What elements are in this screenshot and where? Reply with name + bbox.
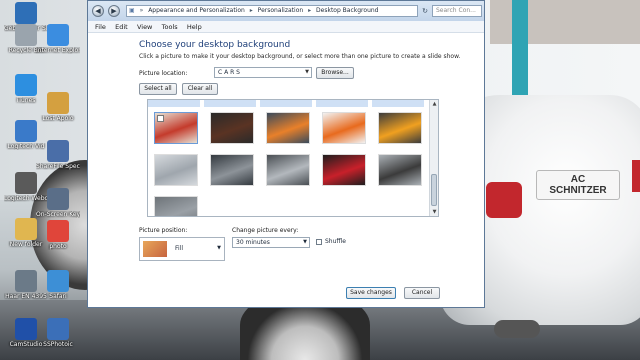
- thumbnail-row-partial: [204, 100, 256, 107]
- desktop-app-icon: [15, 74, 37, 96]
- picture-position-select[interactable]: Fill ▼: [139, 237, 225, 261]
- gallery-scrollbar[interactable]: ▲ ▼: [429, 100, 438, 216]
- desktop-app-icon: [47, 24, 69, 46]
- thumbnail-row-partial: [372, 100, 424, 107]
- desktop-app-icon: [47, 220, 69, 242]
- menu-edit[interactable]: Edit: [115, 21, 128, 33]
- wallpaper-thumbnail[interactable]: [322, 112, 366, 144]
- back-button[interactable]: ◀: [92, 5, 104, 17]
- desktop-icon-label: SSPhotoic: [43, 341, 73, 348]
- save-changes-button[interactable]: Save changes: [346, 287, 396, 299]
- scroll-up-icon[interactable]: ▲: [430, 100, 438, 108]
- menu-bar: File Edit View Tools Help: [88, 21, 484, 33]
- desktop-icon-label: Safari: [49, 293, 67, 300]
- desktop-app-icon: [15, 270, 37, 292]
- desktop-icon[interactable]: On-Screen Keyboard: [36, 188, 80, 218]
- breadcrumb-appearance[interactable]: Appearance and Personalization: [148, 7, 245, 14]
- content-pane: Choose your desktop background Click a p…: [88, 33, 484, 307]
- picture-position-label: Picture position:: [139, 227, 188, 234]
- menu-file[interactable]: File: [95, 21, 106, 33]
- desktop-app-icon: [47, 318, 69, 340]
- breadcrumb-personalization[interactable]: Personalization: [258, 7, 304, 14]
- thumbnail-checkbox[interactable]: [157, 115, 164, 122]
- desktop-app-icon: [47, 92, 69, 114]
- scroll-down-icon[interactable]: ▼: [430, 208, 438, 216]
- menu-tools[interactable]: Tools: [162, 21, 178, 33]
- thumbnail-row-partial: [316, 100, 368, 107]
- wallpaper-thumbnail[interactable]: [210, 112, 254, 144]
- shuffle-label: Shuffle: [325, 238, 346, 245]
- desktop-app-icon: [15, 2, 37, 24]
- wallpaper-taillight: [632, 160, 640, 192]
- title-bar: ◀ ▶ ▣ » Appearance and Personalization ▸…: [88, 1, 484, 21]
- chevron-down-icon: ▼: [217, 245, 221, 251]
- scroll-thumb[interactable]: [431, 174, 437, 206]
- change-picture-select[interactable]: 30 minutes ▼: [232, 237, 310, 248]
- desktop-icon-label: On-Screen Keyboard: [36, 211, 80, 218]
- page-description: Click a picture to make it your desktop …: [139, 53, 461, 60]
- picture-location-value: C A R S: [218, 69, 240, 76]
- desktop-icon-label: Internet Explorer: [36, 47, 80, 54]
- desktop-icon-label: photo: [49, 243, 67, 250]
- picture-position-value: Fill: [175, 245, 184, 252]
- desktop-app-icon: [15, 172, 37, 194]
- wallpaper-thumbnail[interactable]: [266, 112, 310, 144]
- wallpaper-thumbnail[interactable]: [154, 196, 198, 216]
- wallpaper-taillight: [486, 182, 522, 218]
- desktop-icon-label: Lost Apolo: [42, 115, 74, 122]
- desktop-icon[interactable]: Lost Apolo: [36, 92, 80, 122]
- picture-location-select[interactable]: C A R S ▼: [214, 67, 312, 78]
- forward-button[interactable]: ▶: [108, 5, 120, 17]
- refresh-icon[interactable]: ↻: [420, 5, 430, 17]
- desktop-app-icon: [47, 270, 69, 292]
- wallpaper-thumbnail[interactable]: [154, 112, 198, 144]
- wallpaper-exhaust: [494, 320, 540, 338]
- wallpaper-thumbnail[interactable]: [266, 154, 310, 186]
- browse-button[interactable]: Browse...: [316, 67, 354, 79]
- page-title: Choose your desktop background: [139, 40, 291, 50]
- folder-icon: ▣: [129, 7, 135, 14]
- desktop-icon[interactable]: photo: [36, 220, 80, 250]
- chevron-down-icon: ▼: [305, 69, 309, 75]
- desktop-app-icon: [47, 188, 69, 210]
- desktop-app-icon: [47, 140, 69, 162]
- desktop-app-icon: [15, 218, 37, 240]
- change-picture-label: Change picture every:: [232, 227, 299, 234]
- menu-view[interactable]: View: [137, 21, 152, 33]
- clear-all-button[interactable]: Clear all: [182, 83, 218, 95]
- picture-location-label: Picture location:: [139, 70, 188, 77]
- desktop-icon[interactable]: SSPhotoic: [36, 318, 80, 348]
- desktop-icon[interactable]: Safari: [36, 270, 80, 300]
- breadcrumb-desktop-background[interactable]: Desktop Background: [316, 7, 378, 14]
- cancel-button[interactable]: Cancel: [404, 287, 440, 299]
- desktop-background-window: ◀ ▶ ▣ » Appearance and Personalization ▸…: [87, 0, 485, 308]
- desktop-app-icon: [15, 120, 37, 142]
- picture-gallery: ▲ ▼: [147, 99, 439, 217]
- thumbnail-row-partial: [148, 100, 200, 107]
- chevron-down-icon: ▼: [303, 239, 307, 245]
- search-input[interactable]: Search Con...: [432, 5, 482, 17]
- select-all-button[interactable]: Select all: [139, 83, 177, 95]
- position-preview-icon: [143, 241, 167, 257]
- menu-help[interactable]: Help: [187, 21, 202, 33]
- desktop-icon[interactable]: ShareFile Special: [36, 140, 80, 170]
- desktop-app-icon: [15, 318, 37, 340]
- wallpaper-thumbnail[interactable]: [210, 154, 254, 186]
- thumbnail-row-partial: [260, 100, 312, 107]
- shuffle-checkbox[interactable]: [316, 239, 322, 245]
- desktop-icon[interactable]: Internet Explorer: [36, 24, 80, 54]
- address-bar[interactable]: ▣ » Appearance and Personalization ▸ Per…: [126, 5, 418, 17]
- wallpaper-plate: AC SCHNITZER: [536, 170, 620, 200]
- wallpaper-thumbnail[interactable]: [378, 154, 422, 186]
- wallpaper-thumbnail[interactable]: [322, 154, 366, 186]
- wallpaper-thumbnail[interactable]: [154, 154, 198, 186]
- change-picture-value: 30 minutes: [236, 239, 270, 246]
- desktop-app-icon: [15, 24, 37, 46]
- desktop-icon-label: ShareFile Special: [36, 163, 80, 170]
- wallpaper-thumbnail[interactable]: [378, 112, 422, 144]
